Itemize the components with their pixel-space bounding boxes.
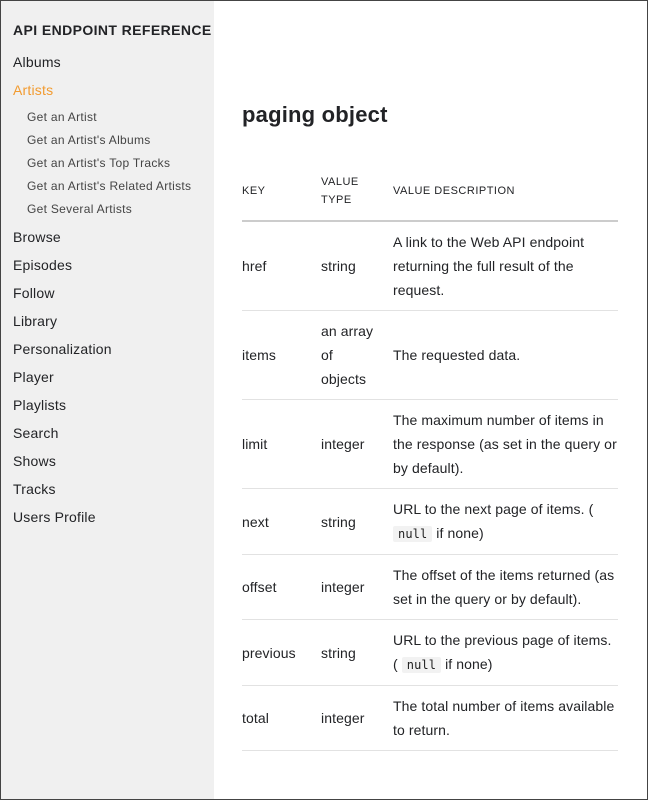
cell-value-type-text: an array of objects [321, 323, 374, 387]
cell-value-type: integer [321, 399, 393, 489]
sidebar-item-artists[interactable]: Artists [13, 76, 214, 104]
cell-key: items [242, 310, 321, 400]
table-row: items an array of objects The requested … [242, 310, 618, 400]
column-header-key: KEY [242, 169, 321, 222]
description-text: if none) [441, 656, 493, 672]
cell-description: The total number of items available to r… [393, 685, 618, 751]
sidebar-item-player[interactable]: Player [13, 363, 214, 391]
sidebar-title: API ENDPOINT REFERENCE [13, 22, 212, 38]
cell-key: offset [242, 554, 321, 620]
cell-value-type: string [321, 488, 393, 555]
cell-value-type: string [321, 221, 393, 311]
sidebar-item-users-profile[interactable]: Users Profile [13, 503, 214, 531]
sidebar-item-follow[interactable]: Follow [13, 279, 214, 307]
cell-description: URL to the next page of items. ( null if… [393, 488, 618, 555]
cell-description: A link to the Web API endpoint returning… [393, 221, 618, 311]
column-header-value-type: VALUE TYPE [321, 169, 393, 222]
table-row: offset integer The offset of the items r… [242, 554, 618, 620]
cell-value-type: an array of objects [321, 310, 393, 400]
description-text: if none) [432, 525, 484, 541]
subnav-item-get-artist-top-tracks[interactable]: Get an Artist's Top Tracks [27, 151, 214, 174]
cell-description: The requested data. [393, 310, 618, 400]
sidebar-item-search[interactable]: Search [13, 419, 214, 447]
cell-value-type: integer [321, 554, 393, 620]
table-row: previous string URL to the previous page… [242, 619, 618, 686]
sidebar-item-shows[interactable]: Shows [13, 447, 214, 475]
cell-value-type: string [321, 619, 393, 686]
column-header-value-description: VALUE DESCRIPTION [393, 169, 618, 222]
column-header-value-type-label: VALUE TYPE [321, 176, 359, 206]
cell-value-type: integer [321, 685, 393, 751]
table-row: limit integer The maximum number of item… [242, 399, 618, 489]
table-row: href string A link to the Web API endpoi… [242, 221, 618, 311]
sidebar-item-playlists[interactable]: Playlists [13, 391, 214, 419]
sidebar-item-episodes[interactable]: Episodes [13, 251, 214, 279]
sidebar-item-albums[interactable]: Albums [13, 48, 214, 76]
subnav-item-get-an-artist[interactable]: Get an Artist [27, 105, 214, 128]
cell-description: URL to the previous page of items. ( nul… [393, 619, 618, 686]
sidebar: API ENDPOINT REFERENCE Albums Artists Ge… [1, 1, 214, 799]
cell-key: previous [242, 619, 321, 686]
sidebar-item-browse[interactable]: Browse [13, 223, 214, 251]
cell-key: href [242, 221, 321, 311]
cell-key: total [242, 685, 321, 751]
subnav-item-get-several-artists[interactable]: Get Several Artists [27, 197, 214, 220]
subnav-item-get-artist-albums[interactable]: Get an Artist's Albums [27, 128, 214, 151]
artists-subnav: Get an Artist Get an Artist's Albums Get… [13, 105, 214, 220]
description-text: URL to the next page of items. ( [393, 501, 594, 517]
paging-object-table: KEY VALUE TYPE VALUE DESCRIPTION href st… [242, 169, 618, 751]
sidebar-item-tracks[interactable]: Tracks [13, 475, 214, 503]
cell-key: next [242, 488, 321, 555]
cell-key: limit [242, 399, 321, 489]
subnav-item-get-artist-related-artists[interactable]: Get an Artist's Related Artists [27, 174, 214, 197]
sidebar-item-library[interactable]: Library [13, 307, 214, 335]
cell-description: The maximum number of items in the respo… [393, 399, 618, 489]
cell-description: The offset of the items returned (as set… [393, 554, 618, 620]
null-code: null [393, 526, 433, 542]
table-row: next string URL to the next page of item… [242, 488, 618, 555]
table-header-row: KEY VALUE TYPE VALUE DESCRIPTION [242, 169, 618, 222]
table-row: total integer The total number of items … [242, 685, 618, 751]
null-code: null [401, 657, 442, 673]
sidebar-item-personalization[interactable]: Personalization [13, 335, 214, 363]
page-frame: API ENDPOINT REFERENCE Albums Artists Ge… [0, 0, 648, 800]
page-title: paging object [242, 102, 388, 127]
